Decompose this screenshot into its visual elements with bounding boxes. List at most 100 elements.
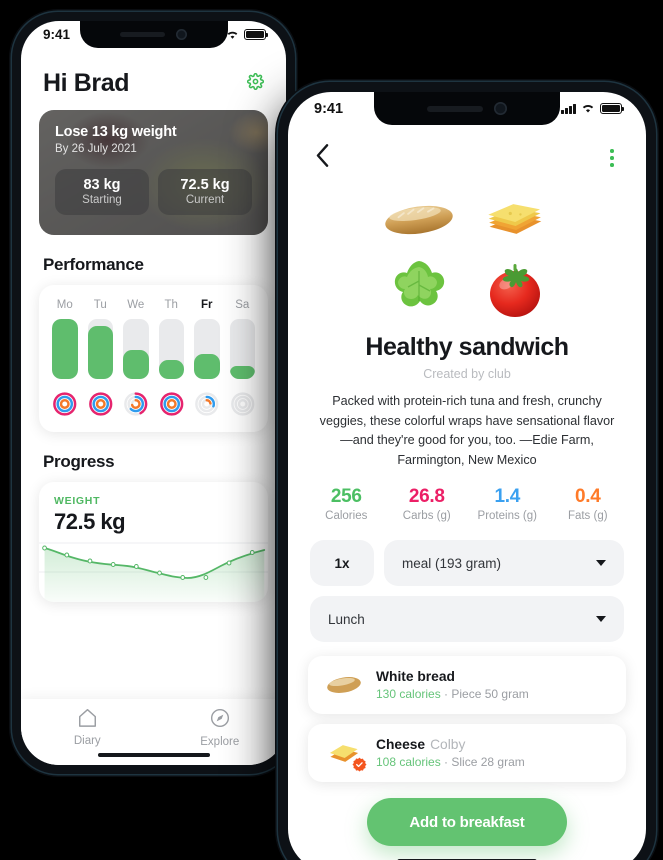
goal-card-content: Lose 13 kg weight By 26 July 2021 83 kg …	[39, 110, 268, 229]
goal-deadline: By 26 July 2021	[55, 143, 137, 155]
performance-day-label: Th	[164, 299, 178, 311]
status-time: 9:41	[314, 100, 344, 117]
notch-front	[374, 92, 560, 125]
gear-icon[interactable]	[246, 72, 265, 95]
activity-rings-icon	[194, 389, 220, 419]
performance-day-mo[interactable]: Mo	[52, 299, 78, 419]
macro-label: Proteins (g)	[477, 510, 537, 523]
performance-day-th[interactable]: Th	[158, 299, 185, 419]
battery-icon	[600, 103, 625, 114]
serving-size-select[interactable]: meal (193 gram)	[384, 540, 624, 587]
progress-card[interactable]: WEIGHT 72.5 kg	[39, 482, 268, 602]
compass-icon	[210, 708, 230, 732]
phone-screen-back: 9:41 Hi Brad Lose 13 kg weight By 26 Jul…	[21, 21, 286, 765]
weight-trend-chart	[39, 540, 268, 602]
tab-explore-label: Explore	[200, 736, 240, 748]
signal-bars-icon	[561, 103, 576, 114]
quantity-stepper[interactable]: 1x	[310, 540, 374, 587]
goal-title: Lose 13 kg weight	[55, 124, 177, 140]
meal-type-select[interactable]: Lunch	[310, 596, 624, 643]
ingredient-calories: 130 calories	[376, 687, 441, 702]
performance-day-label: Sa	[235, 299, 250, 311]
ingredient-meta: 130 calories · Piece 50 gram	[376, 687, 529, 701]
performance-bar	[229, 319, 255, 379]
dish-author: Created by club	[423, 367, 511, 381]
current-weight-value: 72.5 kg	[180, 177, 230, 193]
ingredient-portion: Slice 28 gram	[451, 755, 525, 770]
performance-section-title: Performance	[43, 255, 144, 274]
performance-day-label: Tu	[93, 299, 107, 311]
status-icons	[561, 103, 625, 114]
ingredient-portion-separator: ·	[440, 755, 452, 770]
chevron-left-icon[interactable]	[314, 143, 331, 173]
activity-rings-icon	[52, 389, 78, 419]
bread-loaf-icon	[324, 668, 364, 702]
macro-value: 1.4	[494, 486, 520, 508]
goal-stats-row: 83 kg Starting 72.5 kg Current	[55, 169, 252, 215]
ingredient-portion: Piece 50 gram	[451, 687, 529, 702]
performance-bar	[123, 319, 149, 379]
cheese-slice-icon	[324, 736, 367, 772]
performance-bar	[194, 319, 220, 379]
nutrition-macros-row: 256 Calories 26.8 Carbs (g) 1.4 Proteins (g) 0…	[288, 470, 646, 522]
diary-screen: Hi Brad Lose 13 kg weight By 26 July 202…	[21, 21, 286, 765]
page-title: Hi Brad	[43, 69, 130, 97]
macro-value: 26.8	[408, 486, 445, 508]
tomato-image	[473, 257, 557, 319]
meal-type-row: Lunch	[288, 586, 646, 643]
phone-device-back: 9:41 Hi Brad Lose 13 kg weight By 26 Jul…	[12, 12, 295, 774]
meal-type-value: Lunch	[328, 611, 365, 627]
macro-label: Fats (g)	[567, 510, 608, 523]
home-indicator-back	[97, 752, 210, 757]
meal-detail-screen: Healthy sandwich Created by club Packed …	[288, 92, 646, 860]
performance-day-label: Mo	[56, 299, 73, 311]
chevron-down-icon	[596, 560, 606, 567]
food-image-grid	[288, 177, 646, 325]
ingredient-row[interactable]: Cheese Colby 108 calories · Slice 28 gram	[308, 724, 626, 783]
macro-fats: 0.4 Fats (g)	[548, 486, 629, 522]
front-camera-icon	[176, 29, 187, 40]
tab-diary[interactable]: Diary	[21, 708, 154, 747]
performance-day-label: Fr	[201, 299, 213, 311]
performance-day-tu[interactable]: Tu	[87, 299, 114, 419]
weight-goal-card[interactable]: Lose 13 kg weight By 26 July 2021 83 kg …	[39, 110, 268, 235]
performance-days-row: Mo Tu We Th Fr Sa	[52, 299, 255, 419]
wifi-icon	[226, 30, 239, 40]
earpiece-speaker-icon	[120, 32, 165, 37]
goal-stat-starting: 83 kg Starting	[55, 169, 149, 215]
tab-explore[interactable]: Explore	[154, 708, 287, 748]
macro-proteins: 1.4 Proteins (g)	[467, 486, 548, 522]
dish-title: Healthy sandwich	[365, 333, 569, 361]
status-time: 9:41	[43, 27, 71, 42]
dish-description: Packed with protein-rich tuna and fresh,…	[319, 394, 615, 467]
ingredient-row[interactable]: White bread 130 calories · Piece 50 gram	[308, 656, 626, 715]
ingredient-info: Cheese Colby 108 calories · Slice 28 gram	[376, 737, 525, 769]
ingredient-info: White bread 130 calories · Piece 50 gram	[376, 669, 529, 701]
performance-bar	[87, 319, 113, 379]
macro-carbs: 26.8 Carbs (g)	[387, 486, 468, 522]
add-to-breakfast-button[interactable]: Add to breakfast	[367, 798, 567, 846]
progress-metric-value: 72.5 kg	[54, 509, 126, 534]
activity-rings-icon	[88, 389, 114, 419]
macro-label: Calories	[325, 510, 368, 523]
performance-day-we[interactable]: We	[123, 299, 149, 419]
performance-card: Mo Tu We Th Fr Sa	[39, 285, 268, 432]
activity-rings-icon	[159, 389, 185, 419]
home-icon	[77, 708, 98, 731]
performance-day-fr[interactable]: Fr	[194, 299, 220, 419]
performance-bar	[52, 319, 78, 379]
greeting-row: Hi Brad	[21, 55, 286, 110]
current-weight-label: Current	[185, 194, 225, 206]
bread-loaf-image	[377, 189, 461, 251]
ingredient-list: White bread 130 calories · Piece 50 gram C…	[288, 642, 646, 783]
performance-day-sa[interactable]: Sa	[229, 299, 255, 419]
front-camera-icon	[494, 102, 507, 115]
tab-diary-label: Diary	[73, 735, 101, 747]
selected-check-badge-icon	[352, 757, 367, 772]
kebab-menu-icon[interactable]	[604, 145, 620, 171]
serving-selector-row: 1x meal (193 gram)	[288, 522, 646, 587]
notch-back	[79, 21, 228, 48]
starting-weight-label: Starting	[82, 194, 122, 206]
goal-stat-current: 72.5 kg Current	[158, 169, 252, 215]
wifi-icon	[581, 103, 595, 114]
